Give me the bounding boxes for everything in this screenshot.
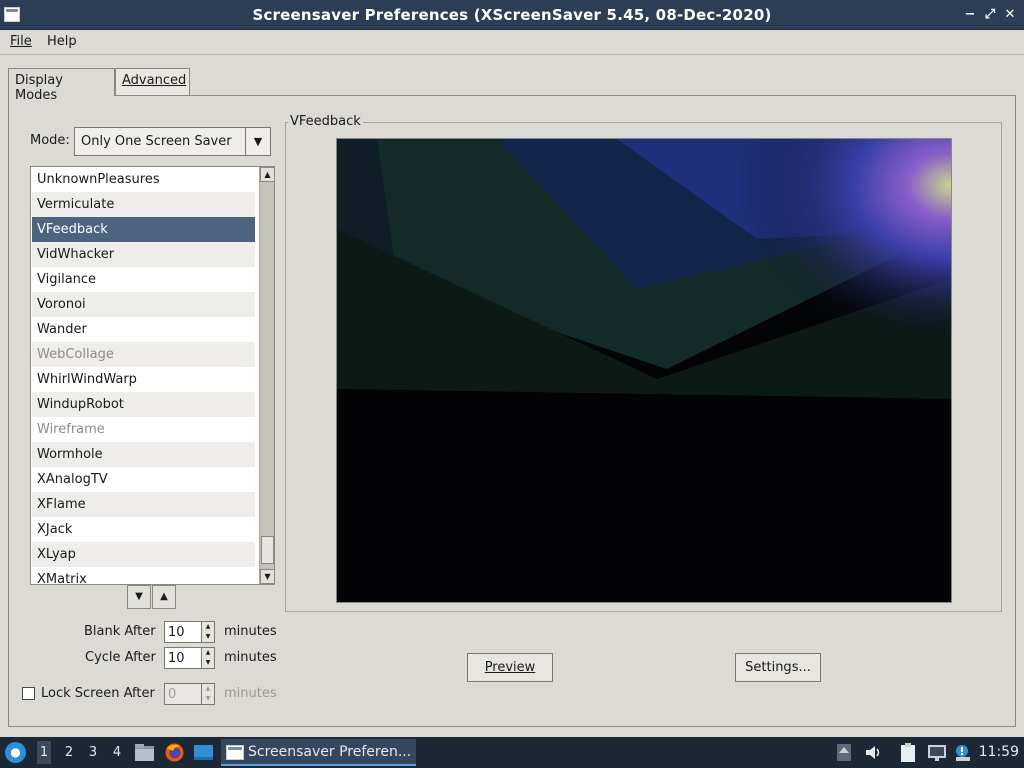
workspace-4[interactable]: 4 bbox=[110, 745, 124, 760]
blank-after-stepper[interactable]: 10 ▲ ▼ bbox=[164, 621, 215, 643]
taskbar-window-button[interactable]: Screensaver Preferen... bbox=[221, 739, 416, 766]
blank-after-unit: minutes bbox=[224, 624, 277, 639]
file-manager-icon[interactable] bbox=[134, 742, 155, 763]
blank-after-label-text: Blank After bbox=[84, 624, 156, 639]
lock-screen-label[interactable]: Lock Screen After bbox=[41, 686, 155, 701]
saver-list-scrollbar[interactable]: ▲ ▼ bbox=[259, 167, 274, 584]
firefox-icon[interactable] bbox=[164, 742, 185, 763]
saver-list-item[interactable]: XFlame bbox=[32, 492, 255, 517]
preview-title: VFeedback bbox=[288, 114, 363, 129]
saver-list-item[interactable]: XJack bbox=[32, 517, 255, 542]
saver-list-item[interactable]: Vermiculate bbox=[32, 192, 255, 217]
taskbar: ● 1 2 3 4 Screensaver Preferen... 11:59 bbox=[0, 737, 1024, 768]
mode-label-text: Mode: bbox=[30, 133, 70, 148]
workspace-3[interactable]: 3 bbox=[86, 745, 100, 760]
menu-bar: File Help bbox=[0, 30, 1024, 54]
scroll-down-icon[interactable]: ▼ bbox=[260, 569, 274, 584]
mode-dropdown-value: Only One Screen Saver bbox=[81, 134, 232, 149]
decrement-icon: ▼ bbox=[205, 695, 211, 702]
window-title: Screensaver Preferences (XScreenSaver 5.… bbox=[252, 6, 772, 24]
preview-button-label: Preview bbox=[484, 660, 536, 675]
saver-list-item[interactable]: UnknownPleasures bbox=[32, 167, 255, 192]
preview-image bbox=[337, 139, 951, 602]
saver-list-item[interactable]: Wander bbox=[32, 317, 255, 342]
volume-icon[interactable] bbox=[864, 743, 882, 762]
lock-screen-checkbox[interactable] bbox=[22, 687, 35, 700]
app-window-icon bbox=[226, 745, 244, 760]
clock[interactable]: 11:59 bbox=[979, 744, 1019, 760]
maximize-icon[interactable]: ⤢ bbox=[981, 6, 999, 24]
network-icon[interactable] bbox=[927, 743, 947, 762]
lock-screen-unit: minutes bbox=[224, 686, 277, 701]
tray-scroll-icon[interactable] bbox=[836, 743, 852, 762]
menu-file-label: File bbox=[10, 34, 32, 49]
lock-screen-stepper-arrows: ▲ ▼ bbox=[201, 684, 214, 704]
saver-list-item[interactable]: Wormhole bbox=[32, 442, 255, 467]
decrement-icon[interactable]: ▼ bbox=[202, 658, 214, 668]
saver-list-item[interactable]: XAnalogTV bbox=[32, 467, 255, 492]
cycle-after-unit: minutes bbox=[224, 650, 277, 665]
tab-advanced-label: Advanced bbox=[122, 73, 187, 88]
settings-button[interactable]: Settings... bbox=[735, 653, 821, 682]
minimize-icon[interactable]: − bbox=[961, 6, 979, 24]
scroll-up-icon[interactable]: ▲ bbox=[260, 167, 274, 182]
saver-list-item[interactable]: XMatrix bbox=[32, 567, 255, 584]
workspace-2[interactable]: 2 bbox=[62, 745, 76, 760]
lock-screen-stepper: 0 ▲ ▼ bbox=[164, 683, 215, 705]
window-titlebar[interactable]: Screensaver Preferences (XScreenSaver 5.… bbox=[0, 0, 1024, 30]
show-desktop-icon[interactable] bbox=[193, 742, 214, 763]
saver-list-item[interactable]: WindupRobot bbox=[32, 392, 255, 417]
notification-icon[interactable] bbox=[953, 743, 973, 762]
decrement-icon[interactable]: ▼ bbox=[202, 632, 214, 642]
cycle-after-value: 10 bbox=[168, 651, 185, 666]
saver-list-item[interactable]: XLyap bbox=[32, 542, 255, 567]
start-menu-icon[interactable]: ● bbox=[5, 742, 26, 763]
previous-saver-button[interactable]: ▲ bbox=[152, 585, 176, 609]
lock-screen-label-text: Lock Screen After bbox=[41, 686, 155, 701]
saver-list-item[interactable]: Vigilance bbox=[32, 267, 255, 292]
arrow-up-icon: ▲ bbox=[160, 591, 168, 602]
saver-list-item[interactable]: VFeedback bbox=[32, 217, 255, 242]
workspace-1[interactable]: 1 bbox=[37, 741, 51, 764]
tab-display-modes[interactable]: Display Modes bbox=[8, 68, 115, 103]
increment-icon[interactable]: ▲ bbox=[202, 648, 214, 658]
saver-list-item[interactable]: WhirlWindWarp bbox=[32, 367, 255, 392]
menu-separator bbox=[0, 54, 1024, 55]
blank-after-label: Blank After bbox=[84, 624, 156, 639]
saver-list[interactable]: UnknownPleasures Vermiculate VFeedback VidW… bbox=[30, 166, 275, 585]
tab-advanced[interactable]: Advanced bbox=[115, 68, 190, 95]
menu-help[interactable]: Help bbox=[47, 34, 77, 49]
screensaver-preview bbox=[336, 138, 952, 603]
increment-icon[interactable]: ▲ bbox=[202, 622, 214, 632]
increment-icon: ▲ bbox=[205, 685, 211, 692]
blank-after-stepper-arrows[interactable]: ▲ ▼ bbox=[201, 622, 214, 642]
taskbar-window-label: Screensaver Preferen... bbox=[248, 744, 412, 760]
cycle-after-label: Cycle After bbox=[85, 650, 156, 665]
preview-button[interactable]: Preview bbox=[467, 653, 553, 682]
tab-display-modes-label: Display Modes bbox=[15, 73, 63, 103]
cycle-after-stepper[interactable]: 10 ▲ ▼ bbox=[164, 647, 215, 669]
mode-dropdown[interactable]: Only One Screen Saver ▼ bbox=[74, 127, 271, 156]
saver-list-item[interactable]: Voronoi bbox=[32, 292, 255, 317]
scrollbar-thumb[interactable] bbox=[261, 536, 274, 564]
saver-list-rows: UnknownPleasures Vermiculate VFeedback VidW… bbox=[32, 167, 255, 584]
arrow-down-icon: ▼ bbox=[135, 591, 143, 602]
close-icon[interactable]: ✕ bbox=[1001, 6, 1019, 24]
mode-label: Mode: bbox=[30, 133, 70, 148]
chevron-down-icon[interactable]: ▼ bbox=[245, 128, 270, 155]
menu-help-label: Help bbox=[47, 34, 77, 49]
cycle-after-label-text: Cycle After bbox=[85, 650, 156, 665]
saver-list-item[interactable]: Wireframe bbox=[32, 417, 255, 442]
blank-after-value: 10 bbox=[168, 625, 185, 640]
menu-file[interactable]: File bbox=[10, 34, 32, 49]
saver-list-item[interactable]: VidWhacker bbox=[32, 242, 255, 267]
cycle-after-stepper-arrows[interactable]: ▲ ▼ bbox=[201, 648, 214, 668]
next-saver-button[interactable]: ▼ bbox=[127, 585, 151, 609]
clipboard-icon[interactable] bbox=[898, 743, 920, 762]
lock-screen-value: 0 bbox=[168, 687, 177, 702]
settings-button-label: Settings... bbox=[745, 660, 811, 675]
saver-list-item[interactable]: WebCollage bbox=[32, 342, 255, 367]
